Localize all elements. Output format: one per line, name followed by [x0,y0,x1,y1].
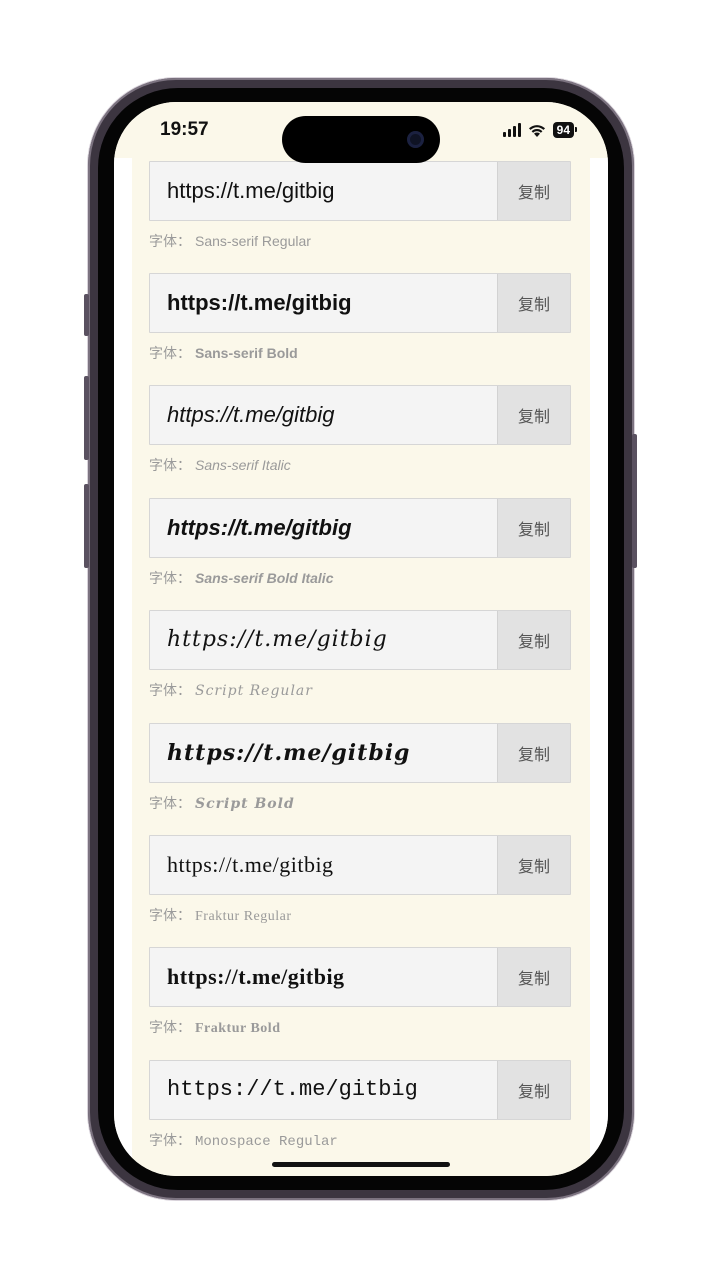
font-item: https://t.me/gitbig 复制 字体： Sans-serif Bol… [149,498,571,588]
front-camera-icon [407,131,424,148]
font-name: Sans-serif Regular [195,233,311,249]
font-name-label: 字体： Monospace Regular [149,1130,571,1150]
font-item: https://t.me/gitbig 复制 字体： Fraktur Regula… [149,835,571,925]
font-prefix: 字体： [149,346,191,362]
styled-text-output[interactable]: https://t.me/gitbig [150,836,498,894]
font-result-box: https://t.me/gitbig 复制 [149,947,571,1007]
styled-text-output[interactable]: https://t.me/gitbig [150,274,498,332]
status-time: 19:57 [160,119,209,140]
font-item: https://t.me/gitbig 复制 字体： Script Bold [149,723,571,813]
font-name: Sans-serif Bold [195,345,298,361]
font-name-label: 字体： Sans-serif Bold Italic [149,568,571,588]
font-item: https://t.me/gitbig 复制 字体： Fraktur Bold [149,947,571,1037]
font-result-box: https://t.me/gitbig 复制 [149,161,571,221]
font-list: https://t.me/gitbig 复制 字体： Sans-serif Reg… [132,158,590,1176]
status-icons: 94 [502,121,578,139]
home-indicator[interactable] [272,1162,450,1167]
font-item: https://t.me/gitbig 复制 字体： Sans-serif Bol… [149,273,571,363]
action-button [84,294,89,336]
font-result-box: https://t.me/gitbig 复制 [149,498,571,558]
font-name: Fraktur Regular [195,909,292,924]
copy-button[interactable]: 复制 [497,1061,570,1119]
font-name-label: 字体： Sans-serif Regular [149,231,571,251]
font-item: https://t.me/gitbig 复制 字体： Sans-serif Ita… [149,385,571,475]
styled-text-output[interactable]: https://t.me/gitbig [150,611,498,669]
font-prefix: 字体： [149,796,191,812]
copy-button[interactable]: 复制 [497,386,570,444]
font-name-label: 字体： Sans-serif Italic [149,455,571,475]
styled-text-output[interactable]: https://t.me/gitbig [150,948,498,1006]
status-bar: 19:57 94 [114,102,608,163]
dynamic-island [282,116,440,163]
font-prefix: 字体： [149,908,191,924]
signal-bars-icon [502,123,521,137]
power-button [632,434,637,568]
font-result-box: https://t.me/gitbig 复制 [149,385,571,445]
styled-text-output[interactable]: https://t.me/gitbig [150,162,498,220]
font-name-label: 字体： Script Bold [149,793,571,813]
screen: 19:57 94 https://t.me/gitbig 复制 字体： Sans-… [114,102,608,1176]
font-name-label: 字体： Fraktur Regular [149,905,571,925]
styled-text-output[interactable]: https://t.me/gitbig [150,499,498,557]
styled-text-output[interactable]: https://t.me/gitbig [150,1061,498,1119]
font-name: Sans-serif Bold Italic [195,570,334,586]
volume-down-button [84,484,89,568]
copy-button[interactable]: 复制 [497,948,570,1006]
font-prefix: 字体： [149,571,191,587]
font-prefix: 字体： [149,1133,191,1149]
styled-text-output[interactable]: https://t.me/gitbig [150,724,498,782]
font-result-box: https://t.me/gitbig 复制 [149,610,571,670]
styled-text-output[interactable]: https://t.me/gitbig [150,386,498,444]
font-item: https://t.me/gitbig 复制 字体： Monospace Regu… [149,1060,571,1150]
font-item: https://t.me/gitbig 复制 字体： Script Regular [149,610,571,700]
font-name-label: 字体： Script Regular [149,680,571,700]
page-margin-right [590,158,608,1176]
font-name: Sans-serif Italic [195,457,291,473]
font-prefix: 字体： [149,458,191,474]
font-name: Fraktur Bold [195,1021,281,1036]
copy-button[interactable]: 复制 [497,836,570,894]
copy-button[interactable]: 复制 [497,499,570,557]
font-name-label: 字体： Fraktur Bold [149,1017,571,1037]
battery-icon: 94 [552,122,578,138]
font-result-box: https://t.me/gitbig 复制 [149,835,571,895]
font-result-box: https://t.me/gitbig 复制 [149,723,571,783]
font-result-box: https://t.me/gitbig 复制 [149,273,571,333]
font-name: Script Bold [195,796,295,812]
copy-button[interactable]: 复制 [497,611,570,669]
copy-button[interactable]: 复制 [497,162,570,220]
font-item: https://t.me/gitbig 复制 字体： Sans-serif Reg… [149,161,571,251]
copy-button[interactable]: 复制 [497,724,570,782]
font-name: Monospace Regular [195,1134,338,1150]
volume-up-button [84,376,89,460]
font-prefix: 字体： [149,683,191,699]
font-name-label: 字体： Sans-serif Bold [149,343,571,363]
wifi-icon [528,124,545,137]
font-prefix: 字体： [149,234,191,250]
page-margin-left [114,158,132,1176]
font-prefix: 字体： [149,1020,191,1036]
font-name: Script Regular [195,683,313,699]
font-result-box: https://t.me/gitbig 复制 [149,1060,571,1120]
copy-button[interactable]: 复制 [497,274,570,332]
